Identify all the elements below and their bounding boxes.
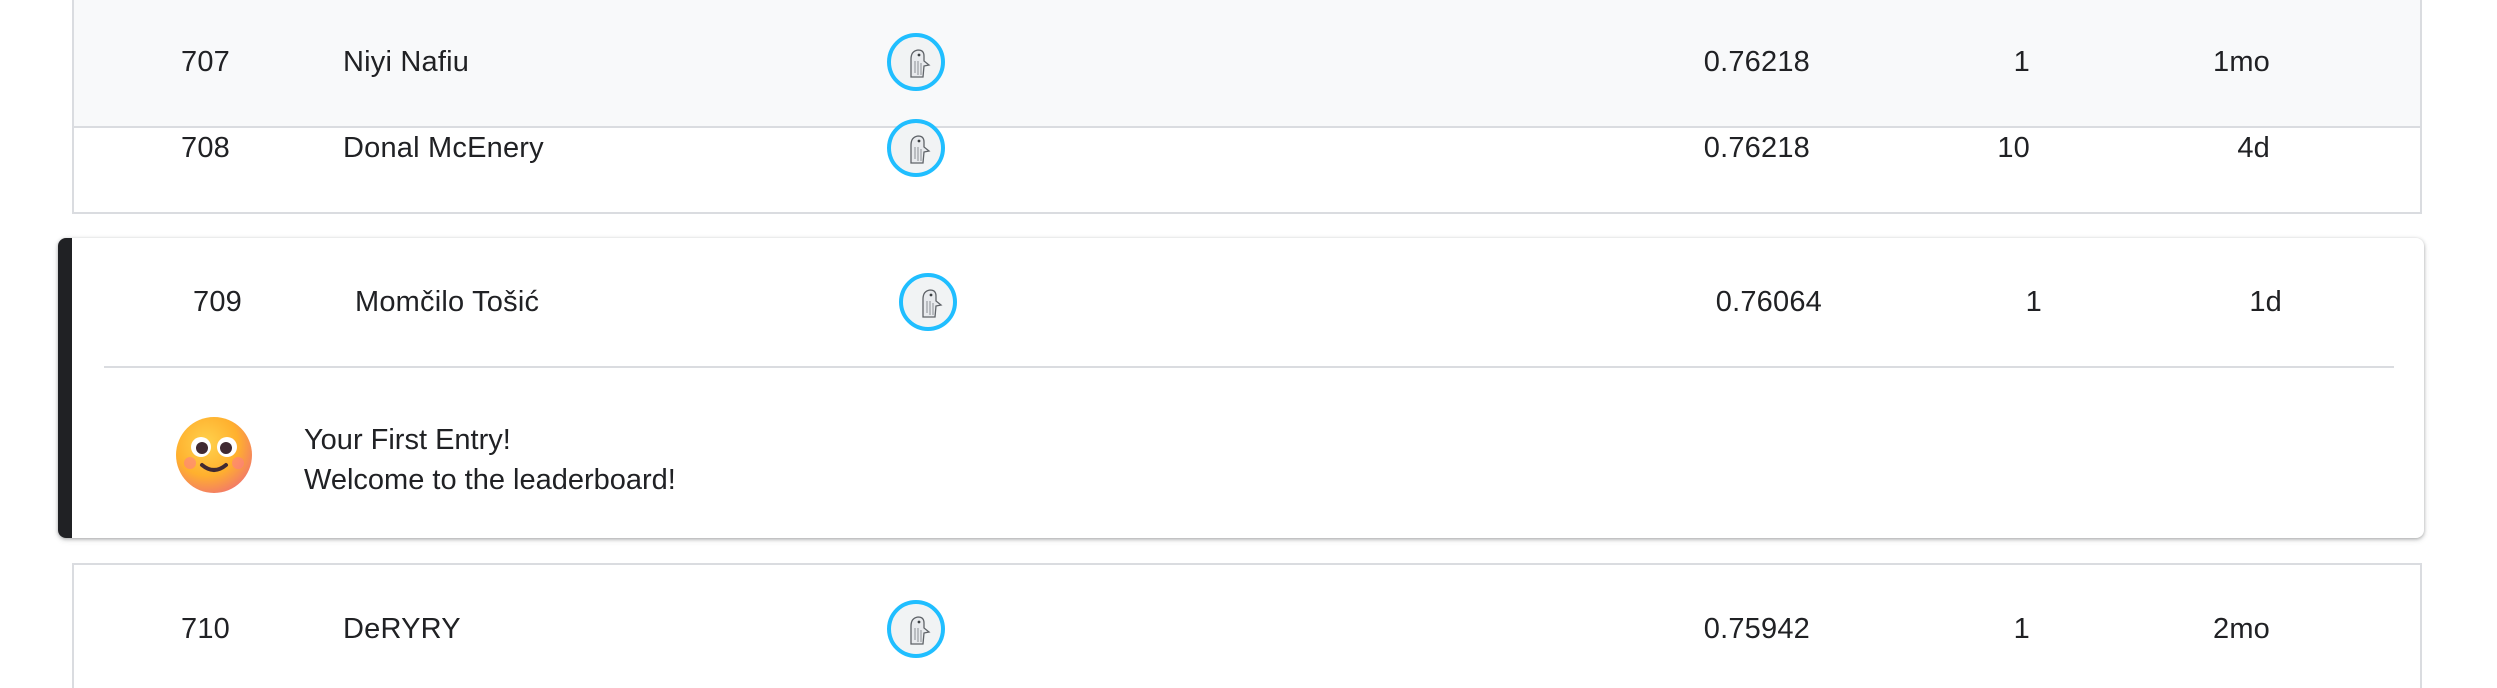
team-name[interactable]: Donal McEnery: [343, 84, 843, 212]
score-cell: 0.76064: [1715, 285, 1822, 318]
default-avatar-icon: [893, 39, 939, 85]
badge-title: Your First Entry!: [304, 424, 511, 456]
avatar[interactable]: [887, 33, 945, 91]
score-cell: 0.75942: [1703, 612, 1810, 645]
default-avatar-icon: [893, 125, 939, 171]
rank-cell: 708: [181, 131, 230, 164]
team-name[interactable]: Momčilo Tošić: [355, 238, 855, 366]
table-row-you[interactable]: 709 Momčilo Tošić 0.76064 1 1d: [72, 238, 2424, 366]
last-submission-cell: 1d: [2249, 285, 2282, 318]
team-members[interactable]: [881, 84, 951, 212]
team-members[interactable]: [893, 238, 963, 366]
team-members[interactable]: [881, 565, 951, 688]
leaderboard-table-bottom: 710 DeRYRY 0.75942 1 2mo: [72, 563, 2422, 688]
rank-cell: 709: [193, 285, 242, 318]
leaderboard: 707 Niyi Nafiu 0.76218 1 1mo 708 Donal M…: [0, 0, 2497, 688]
entries-cell: 1: [2013, 612, 2030, 645]
entries-cell: 1: [2025, 285, 2042, 318]
badge-text: Your First Entry! Welcome to the leaderb…: [304, 420, 676, 500]
default-avatar-icon: [893, 606, 939, 652]
last-submission-cell: 2mo: [2212, 612, 2270, 645]
first-entry-badge: Your First Entry! Welcome to the leaderb…: [72, 368, 2424, 538]
avatar[interactable]: [887, 600, 945, 658]
badge-message: Welcome to the leaderboard!: [304, 464, 676, 496]
score-cell: 0.76218: [1703, 131, 1810, 164]
table-row[interactable]: 708 Donal McEnery 0.76218 10 4d: [74, 84, 2420, 212]
table-row[interactable]: 710 DeRYRY 0.75942 1 2mo: [74, 565, 2420, 688]
rank-cell: 710: [181, 612, 230, 645]
avatar[interactable]: [887, 119, 945, 177]
avatar[interactable]: [899, 273, 957, 331]
your-entry-card: 709 Momčilo Tošić 0.76064 1 1d Your Firs…: [58, 238, 2424, 538]
entries-cell: 10: [1997, 131, 2030, 164]
last-submission-cell: 4d: [2237, 131, 2270, 164]
leaderboard-table-top: 707 Niyi Nafiu 0.76218 1 1mo 708 Donal M…: [72, 0, 2422, 214]
smiling-face-emoji-icon: [176, 417, 252, 493]
team-name[interactable]: DeRYRY: [343, 565, 843, 688]
your-entry-accent-bar: [58, 238, 72, 538]
default-avatar-icon: [905, 279, 951, 325]
